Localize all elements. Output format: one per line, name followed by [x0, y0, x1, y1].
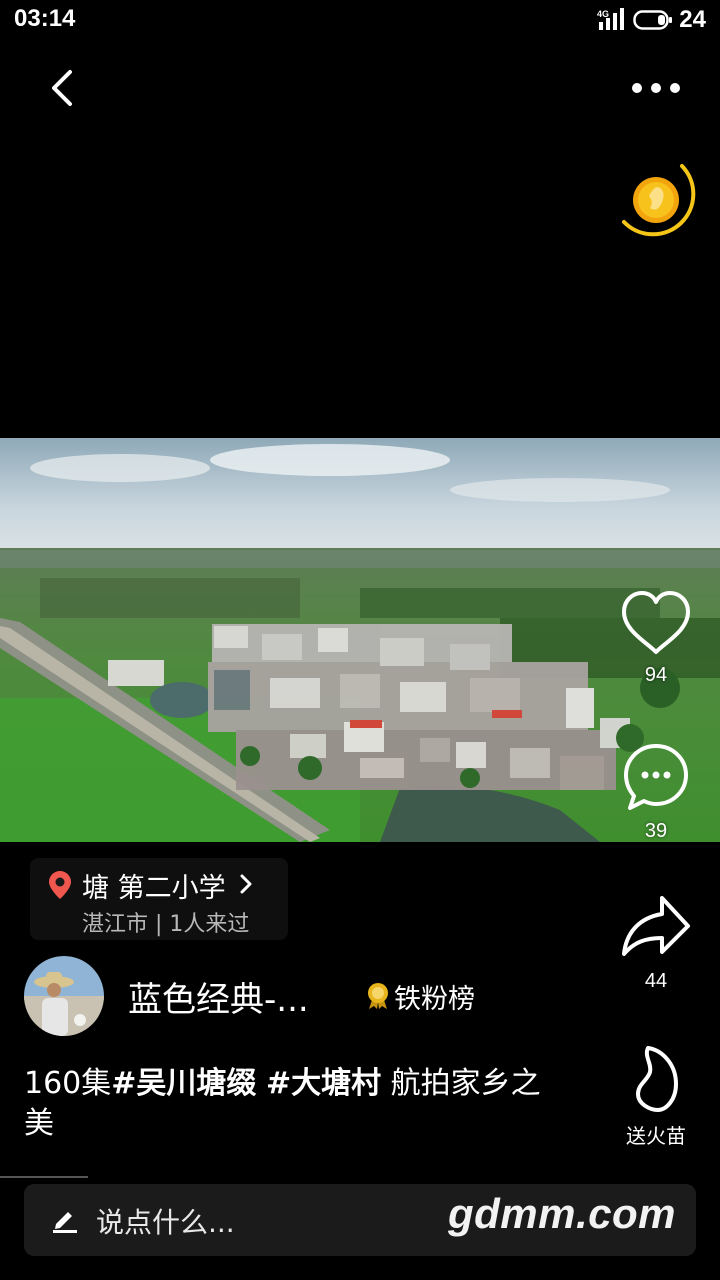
- location-chip[interactable]: 塘 第二小学 湛江市 | 1人来过: [30, 858, 288, 940]
- share-count: 44: [644, 970, 668, 992]
- gift-label: 送火苗: [626, 1126, 686, 1148]
- comment-icon: [624, 744, 688, 810]
- caption-tag-1[interactable]: #吴川塘缀: [111, 1066, 256, 1101]
- comment-count: 39: [644, 820, 668, 842]
- like-count: 94: [644, 664, 668, 686]
- video-caption: 160集#吴川塘缀 #大塘村 航拍家乡之美: [24, 1064, 564, 1144]
- side-actions: 94 39 44 送火苗: [606, 0, 706, 1280]
- medal-icon: [368, 983, 388, 1009]
- fans-rank-label: 铁粉榜: [394, 983, 475, 1015]
- caption-lead: 160集: [24, 1066, 112, 1101]
- location-name: 塘 第二小学: [82, 873, 226, 904]
- share-button[interactable]: 44: [606, 890, 706, 993]
- watermark: gdmm.com: [448, 1190, 677, 1237]
- back-button[interactable]: [40, 64, 88, 112]
- comment-button[interactable]: 39: [606, 740, 706, 843]
- location-pin-icon: [49, 871, 71, 899]
- location-subtitle: 湛江市 | 1人来过: [82, 912, 250, 937]
- pencil-icon: [53, 1212, 77, 1233]
- caption-tag-2[interactable]: #大塘村: [266, 1066, 381, 1101]
- back-icon: [52, 70, 72, 106]
- heart-icon: [622, 591, 690, 654]
- chevron-right-icon: [240, 874, 252, 894]
- status-time: 03:14: [14, 5, 76, 32]
- like-button[interactable]: 94: [606, 588, 706, 687]
- author-avatar[interactable]: [24, 956, 104, 1036]
- comment-placeholder: 说点什么...: [96, 1206, 235, 1239]
- share-icon: [622, 896, 690, 956]
- fire-icon: [636, 1046, 678, 1112]
- author-name[interactable]: 蓝色经典-...: [128, 972, 309, 1021]
- avatar-image: [24, 956, 104, 1036]
- fans-rank-button[interactable]: 铁粉榜: [366, 978, 475, 1015]
- send-spark-button[interactable]: 送火苗: [606, 1044, 706, 1149]
- comment-input-bar[interactable]: 说点什么... gdmm.com: [24, 1184, 696, 1256]
- divider: [0, 1176, 88, 1178]
